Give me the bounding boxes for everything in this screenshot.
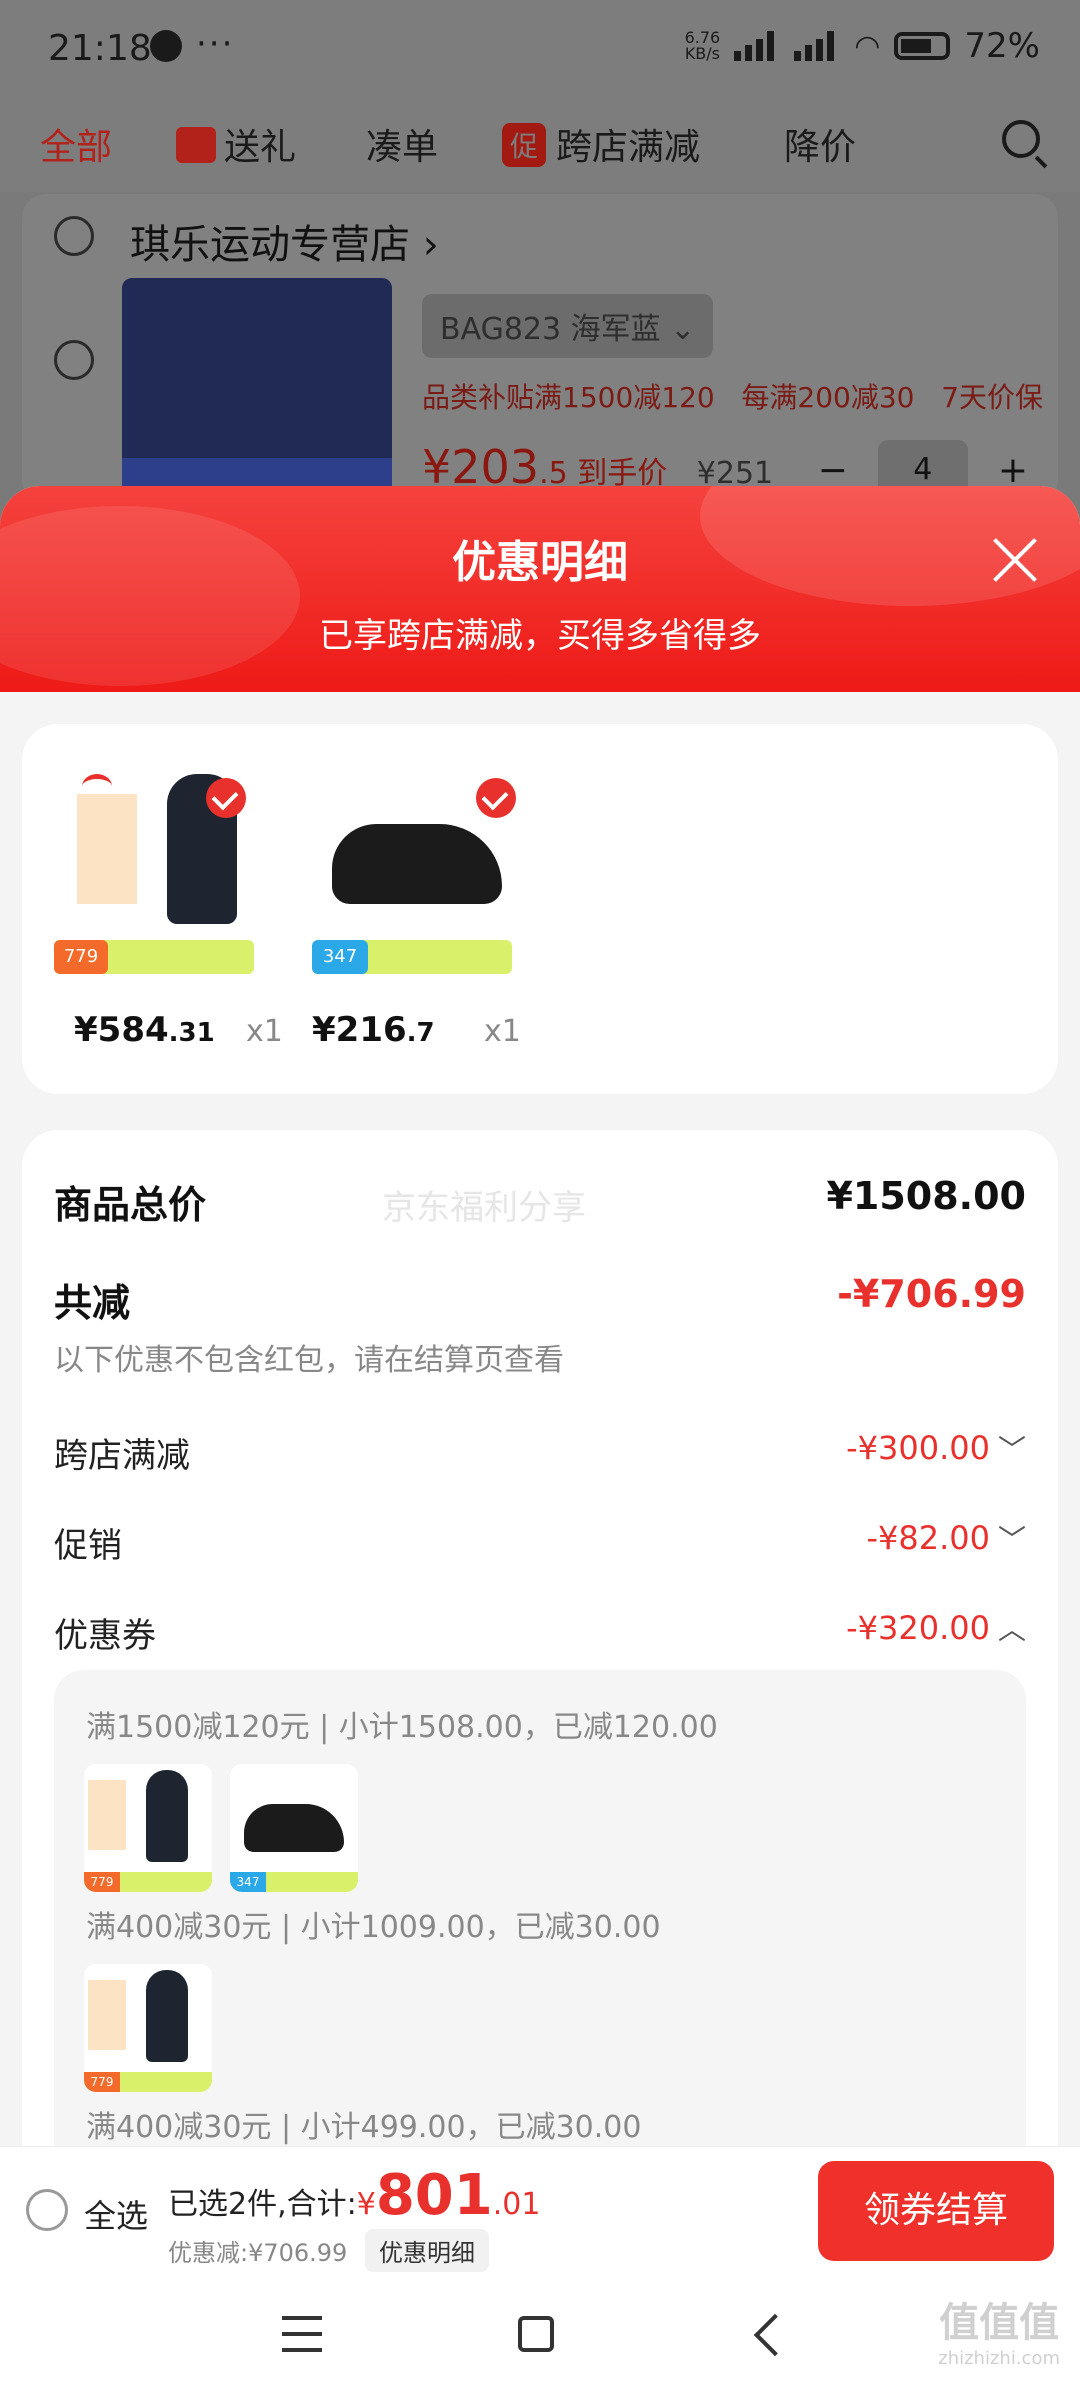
search-icon[interactable] [1002, 120, 1040, 158]
net-speed: 6.76 KB/s [684, 28, 721, 63]
selected-check-icon [476, 778, 516, 818]
product-thumb[interactable]: 347 [312, 764, 522, 974]
chevron-down-icon: ﹀ [997, 1523, 1026, 1556]
product-price: ¥216.7 [312, 1010, 435, 1050]
discount-total-row: 共减 -¥706.99 以下优惠不包含红包，请在结算页查看 [54, 1272, 1026, 1378]
product-image[interactable] [122, 278, 392, 498]
home-icon[interactable] [518, 2316, 554, 2352]
discount-total-value: -¥706.99 [837, 1272, 1026, 1316]
variant-selector[interactable]: BAG823 海军蓝 ⌄ [422, 294, 714, 358]
total-amount: 已选2件,合计:¥801.01 [168, 2163, 541, 2228]
product-thumb[interactable]: 779 [42, 764, 254, 974]
product-banner-price: 347 [312, 940, 368, 974]
app-notification-icon [150, 30, 182, 62]
promo-badge: 促 [502, 123, 547, 167]
minus-button[interactable]: − [818, 450, 848, 491]
selected-check-icon [206, 778, 246, 818]
coupon-line: 满400减30元 | 小计499.00，已减30.00 [86, 2110, 642, 2145]
signal-icon [794, 31, 840, 61]
discount-summary: 优惠减:¥706.99 优惠明细 [168, 2229, 489, 2272]
clock-time: 21:18 [48, 28, 152, 69]
product-qty: x1 [484, 1014, 521, 1049]
menu-icon[interactable] [282, 2316, 322, 2352]
total-value: ¥1508.00 [826, 1174, 1026, 1218]
plus-button[interactable]: + [998, 450, 1028, 491]
discount-row-coupon[interactable]: 优惠券 -¥320.00 ︿ [54, 1608, 1026, 1657]
gift-icon [176, 127, 216, 163]
product-qty: x1 [246, 1014, 283, 1049]
coupon-line: 满400减30元 | 小计1009.00，已减30.00 [86, 1910, 661, 1945]
shoe-image [332, 824, 502, 904]
product-banner-price: 779 [54, 940, 108, 974]
status-bar: 21:18 ··· 6.76 KB/s ◠ 72% [0, 0, 1080, 96]
item-select-radio[interactable] [54, 340, 94, 380]
cart-shop-card: 琪乐运动专营店 › BAG823 海军蓝 ⌄ 品类补贴满1500减120 每满2… [22, 194, 1058, 504]
system-nav-bar: 值值值 zhizhizhi.com [0, 2274, 1080, 2400]
checkout-button[interactable]: 领券结算 [818, 2161, 1054, 2261]
battery-level: 72% [964, 26, 1040, 66]
close-icon[interactable] [990, 536, 1040, 586]
tab-cross-store[interactable]: 促跨店满减 [502, 118, 700, 170]
signal-icon [734, 31, 780, 61]
discount-row-cross-store[interactable]: 跨店满减 -¥300.00 ﹀ [54, 1428, 1026, 1477]
sheet-header: 优惠明细 已享跨店满减，买得多省得多 [0, 486, 1080, 692]
tab-gift[interactable]: 送礼 [176, 118, 296, 170]
coupon-product-thumb[interactable]: 779 [84, 1764, 212, 1892]
sheet-title: 优惠明细 [452, 537, 628, 588]
total-row: 商品总价 ¥1508.00 [54, 1174, 1026, 1227]
checkout-bar: 全选 已选2件,合计:¥801.01 优惠减:¥706.99 优惠明细 领券结算 [0, 2146, 1080, 2275]
status-icons: 6.76 KB/s ◠ 72% [685, 26, 1040, 66]
shop-select-radio[interactable] [54, 216, 94, 256]
tab-price-drop[interactable]: 降价 [784, 118, 856, 170]
tab-all[interactable]: 全部 [40, 118, 112, 170]
shop-name[interactable]: 琪乐运动专营店 › [130, 212, 439, 270]
wifi-icon: ◠ [854, 28, 881, 64]
coupon-product-thumb[interactable]: 779 [84, 1964, 212, 2092]
battery-icon [894, 32, 951, 60]
product-price: ¥584.31 [74, 1010, 215, 1050]
discount-detail-sheet: 优惠明细 已享跨店满减，买得多省得多 779 347 ¥584.31 x1 ¥2… [0, 486, 1080, 2400]
chevron-down-icon: ﹀ [997, 1433, 1026, 1466]
chevron-up-icon: ︿ [997, 1613, 1026, 1646]
back-icon[interactable] [753, 2313, 797, 2357]
select-all-label[interactable]: 全选 [84, 2191, 148, 2237]
discount-row-promotion[interactable]: 促销 -¥82.00 ﹀ [54, 1518, 1026, 1567]
discount-hint: 以下优惠不包含红包，请在结算页查看 [54, 1343, 564, 1378]
select-all-radio[interactable] [26, 2189, 68, 2231]
site-watermark: 值值值 zhizhizhi.com [938, 2300, 1060, 2369]
filter-tabs: 全部 送礼 凑单 促跨店满减 降价 [0, 96, 1080, 192]
coupon-line: 满1500减120元 | 小计1508.00，已减120.00 [86, 1710, 718, 1745]
coupon-product-thumb[interactable]: 347 [230, 1764, 358, 1892]
more-notifications: ··· [196, 24, 235, 64]
discount-detail-button[interactable]: 优惠明细 [364, 2229, 489, 2272]
sheet-subtitle: 已享跨店满减，买得多省得多 [319, 616, 761, 656]
item-promotions: 品类补贴满1500减120 每满200减30 7天价保 [422, 381, 1044, 414]
tab-bundle[interactable]: 凑单 [366, 118, 438, 170]
